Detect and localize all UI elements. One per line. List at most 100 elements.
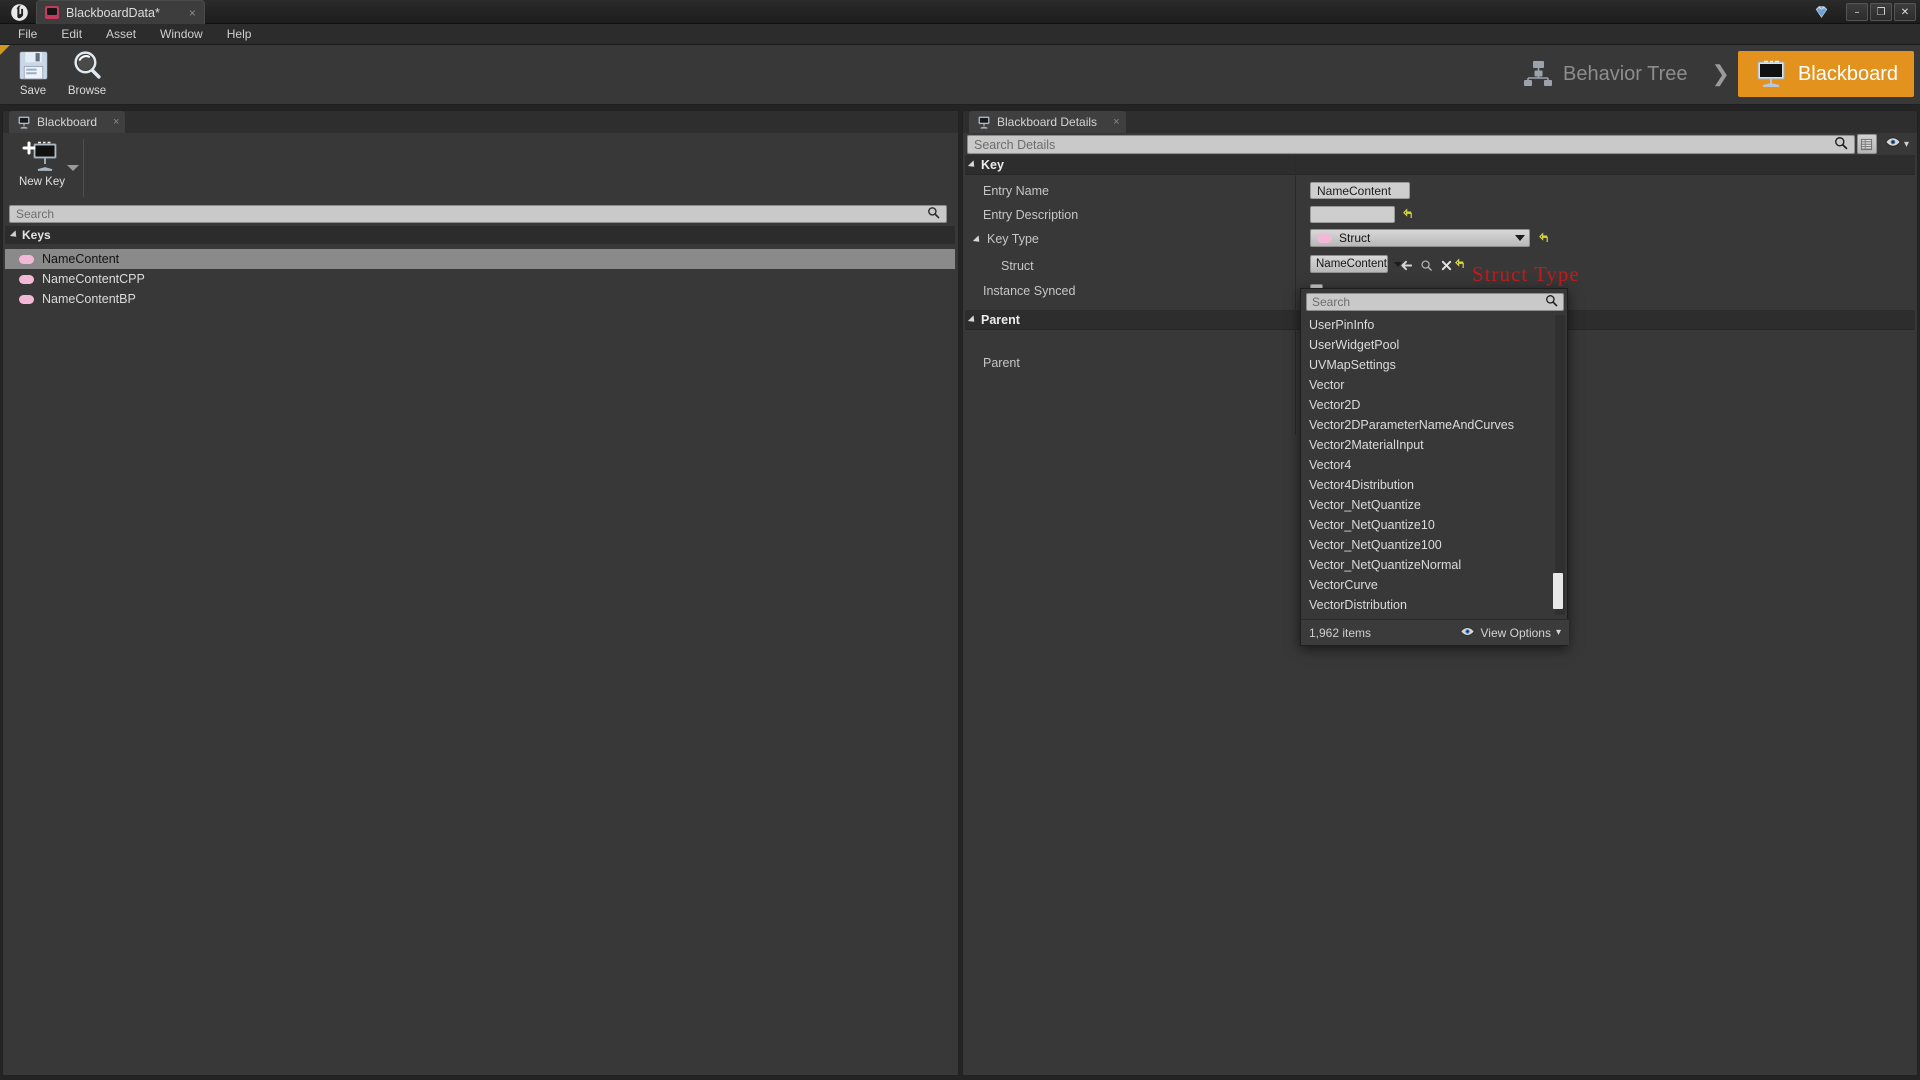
key-type-color-icon [19,294,34,304]
tab-blackboard-details[interactable]: Blackboard Details × [969,111,1126,133]
key-list-item-namecontentbp[interactable]: NameContentBP [5,289,955,309]
toolbar-corner-marker [0,45,10,55]
browse-to-asset-icon[interactable] [1397,256,1415,274]
list-item[interactable]: VectorDistribution [1301,595,1569,615]
toolbar-separator [83,139,84,197]
browse-button[interactable]: Browse [60,45,114,103]
find-asset-icon[interactable] [1417,256,1435,274]
property-label-parent: Parent [983,356,1020,370]
list-item[interactable]: UVMapSettings [1301,355,1569,375]
details-panel-tabrow: Blackboard Details × [963,111,1917,133]
key-list-item-label: NameContentCPP [42,272,145,286]
list-item[interactable]: Vector2MaterialInput [1301,435,1569,455]
keys-section-label: Keys [22,228,51,242]
key-type-combo-value: Struct [1339,231,1371,245]
property-label-entry-name: Entry Name [983,184,1049,198]
unreal-engine-logo-icon [4,1,34,23]
search-icon[interactable] [1834,136,1848,153]
mode-separator-icon: ❯ [1711,61,1730,86]
section-header-key[interactable]: Key [965,155,1915,175]
menu-item-file[interactable]: File [6,24,49,45]
blackboard-icon [1754,60,1788,88]
keys-section-header[interactable]: Keys [5,226,955,244]
mode-button-behavior-tree[interactable]: Behavior Tree [1507,51,1704,97]
save-icon [17,49,50,82]
scrollbar-thumb[interactable] [1553,573,1563,609]
struct-picker-list[interactable]: UserPinInfo UserWidgetPool UVMapSettings… [1301,315,1569,615]
close-icon[interactable]: × [189,6,196,20]
section-header-key-label: Key [981,157,1004,172]
reset-to-default-icon[interactable] [1403,208,1413,222]
menu-item-help[interactable]: Help [215,24,264,45]
property-label-entry-description: Entry Description [983,208,1079,222]
entry-description-input[interactable] [1310,206,1395,223]
list-item[interactable]: Vector4 [1301,455,1569,475]
visibility-options-button[interactable]: ▾ [1885,135,1909,153]
list-item[interactable]: Vector_NetQuantizeNormal [1301,555,1569,575]
key-type-color-icon [19,274,34,284]
visibility-icon [1885,135,1901,153]
editor-mode-switcher: Behavior Tree ❯ Blackboard [1507,51,1914,97]
close-icon[interactable]: × [113,116,119,128]
blackboard-tab-icon [17,116,31,129]
section-header-parent-label: Parent [981,312,1020,327]
menu-item-asset[interactable]: Asset [94,24,148,45]
minimize-button[interactable]: – [1846,3,1868,21]
list-item[interactable]: Vector_NetQuantize100 [1301,535,1569,555]
search-icon[interactable] [1545,294,1558,310]
expand-arrow-icon[interactable] [972,235,983,245]
key-list-item-namecontentcpp[interactable]: NameContentCPP [5,269,955,289]
new-key-button[interactable]: New Key [9,135,75,201]
search-icon[interactable] [927,206,940,222]
restore-button[interactable]: ❐ [1870,3,1892,21]
list-item[interactable]: VectorCurve [1301,575,1569,595]
list-item[interactable]: Vector [1301,375,1569,395]
visibility-icon [1460,626,1476,640]
list-item[interactable]: UserWidgetPool [1301,335,1569,355]
struct-picker-footer: 1,962 items View Options ▾ [1301,619,1569,645]
mode-button-behavior-tree-label: Behavior Tree [1562,62,1688,85]
annotation-struct-type: Struct Type [1472,262,1580,286]
struct-picker-scrollbar[interactable] [1553,315,1565,615]
property-label-instance-synced: Instance Synced [983,284,1076,298]
save-button[interactable]: Save [6,45,60,103]
mode-button-blackboard[interactable]: Blackboard [1737,51,1914,97]
tab-blackboard-details-label: Blackboard Details [997,115,1098,129]
save-button-label: Save [19,85,47,97]
menu-item-window[interactable]: Window [148,24,215,45]
details-search-input[interactable]: Search Details [967,135,1855,154]
reset-to-default-icon[interactable] [1539,232,1549,246]
key-type-combo[interactable]: Struct [1310,229,1530,247]
blackboard-search-input[interactable]: Search [9,205,947,223]
mode-button-blackboard-label: Blackboard [1797,62,1898,85]
reset-to-default-icon[interactable] [1455,258,1465,272]
chevron-down-icon [1515,235,1525,241]
grid-view-icon[interactable] [1856,134,1877,154]
list-item[interactable]: Vector_NetQuantize [1301,495,1569,515]
blackboard-asset-icon [45,6,59,19]
clear-asset-icon[interactable] [1437,256,1455,274]
list-item[interactable]: Vector4Distribution [1301,475,1569,495]
view-options-button[interactable]: View Options ▾ [1460,626,1561,640]
list-item[interactable]: Vector2DParameterNameAndCurves [1301,415,1569,435]
close-icon[interactable]: × [1113,116,1119,128]
chevron-down-icon[interactable] [67,165,79,171]
browse-button-label: Browse [67,85,107,97]
tab-blackboard[interactable]: Blackboard × [9,111,126,133]
list-item[interactable]: Vector2D [1301,395,1569,415]
list-item[interactable]: Vector_NetQuantize10 [1301,515,1569,535]
entry-name-input[interactable]: NameContent [1310,182,1410,199]
key-type-color-icon [1317,233,1332,243]
property-row-entry-name: Entry Name NameContent [965,181,1915,201]
close-button[interactable]: ✕ [1894,3,1916,21]
gem-icon[interactable] [1810,2,1832,22]
menu-item-edit[interactable]: Edit [49,24,94,45]
list-item[interactable]: UserPinInfo [1301,315,1569,335]
tab-blackboard-label: Blackboard [37,115,98,129]
new-key-icon [22,140,62,174]
key-list-item-namecontent[interactable]: NameContent [5,249,955,269]
struct-asset-picker-combo[interactable]: NameContent [1310,255,1402,273]
window-titlebar: BlackboardData* × – ❐ ✕ [0,0,1920,24]
struct-picker-search-input[interactable]: Search [1306,293,1564,311]
document-tab[interactable]: BlackboardData* × [36,0,205,24]
